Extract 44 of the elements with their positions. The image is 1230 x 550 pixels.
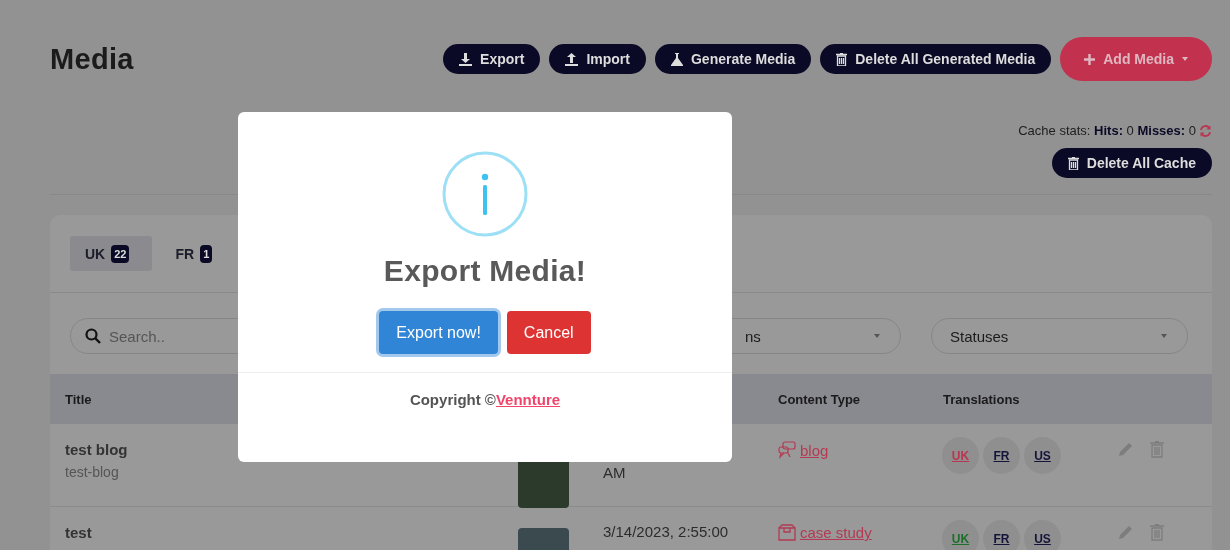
media-title[interactable]: test — [65, 524, 503, 541]
caret-icon — [1161, 334, 1167, 338]
dialog-title: Export Media! — [383, 254, 587, 288]
upload-icon — [565, 52, 579, 66]
copyright-text: Copyright ©Vennture — [409, 391, 561, 408]
cancel-button[interactable]: Cancel — [506, 311, 591, 354]
trash-icon — [836, 52, 848, 66]
plus-icon — [1084, 53, 1096, 65]
info-icon — [442, 151, 528, 237]
language-tab[interactable]: UK 22 — [70, 236, 153, 271]
toolbar-button[interactable]: Delete All Generated Media — [820, 44, 1052, 74]
refresh-icon[interactable] — [1199, 124, 1212, 137]
trash-icon[interactable] — [1150, 441, 1164, 458]
column-header[interactable]: Content Type — [763, 391, 928, 407]
cache-stats-text: Cache stats: Hits: 0 Misses: 0 — [1018, 123, 1196, 138]
language-tab[interactable]: FR 1 — [160, 236, 236, 271]
date-text: AM — [603, 464, 626, 481]
page-title: Media — [50, 42, 134, 76]
delete-all-cache-button[interactable]: Delete All Cache — [1051, 148, 1212, 178]
translation-chip[interactable]: US — [1024, 520, 1061, 550]
pencil-icon[interactable] — [1117, 441, 1134, 458]
flask-icon — [670, 52, 683, 66]
translation-chip[interactable]: US — [1024, 437, 1061, 474]
download-icon — [459, 52, 473, 66]
caret-icon — [874, 334, 880, 338]
trash-icon — [1067, 156, 1079, 170]
add-media-button[interactable]: Add Media — [1060, 37, 1212, 81]
media-slug: test-blog — [65, 464, 120, 480]
toolbar-button[interactable]: Import — [549, 44, 646, 74]
count-badge: 1 — [200, 244, 213, 263]
vennture-link[interactable]: Vennture — [495, 391, 561, 408]
trash-icon[interactable] — [1150, 524, 1164, 541]
pencil-icon[interactable] — [1117, 524, 1134, 541]
date-text: 3/14/2023, 2:55:00 — [603, 523, 729, 540]
chat-bubbles-icon — [778, 441, 796, 459]
translation-chip[interactable]: FR — [983, 520, 1020, 550]
toolbar-button[interactable]: Generate Media — [654, 44, 812, 74]
toolbar-button[interactable]: Export — [443, 44, 541, 74]
count-badge: 22 — [111, 244, 130, 263]
translation-chip[interactable]: FR — [983, 437, 1020, 474]
export-now-button[interactable]: Export now! — [379, 311, 498, 354]
box-icon — [778, 524, 796, 541]
column-header[interactable]: Translations — [928, 391, 1098, 407]
search-icon — [85, 328, 101, 344]
